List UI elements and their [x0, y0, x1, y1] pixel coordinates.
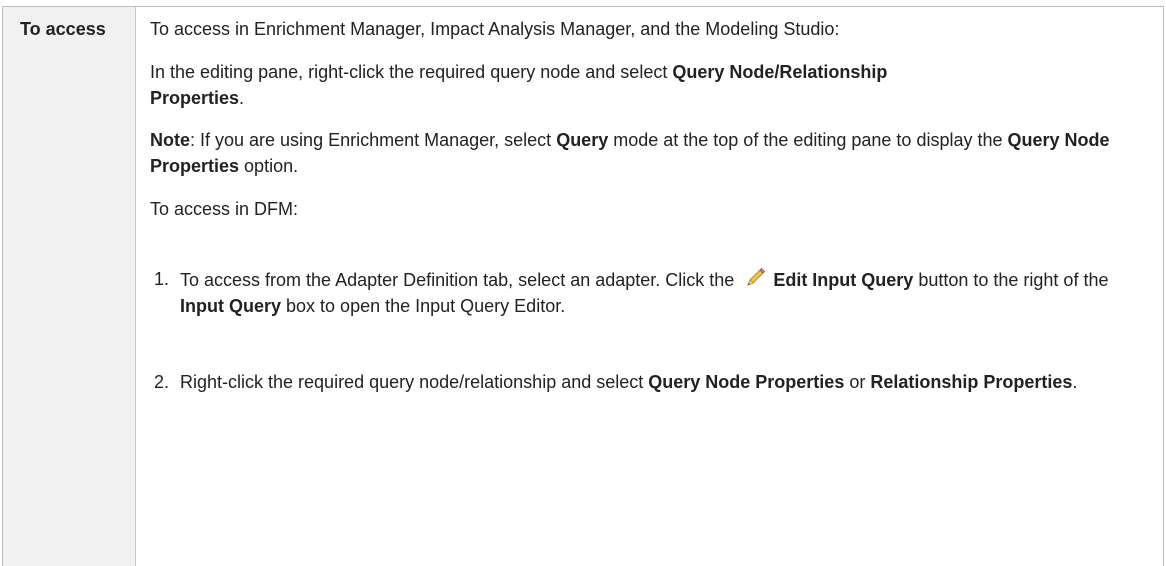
pencil-edit-icon: [743, 266, 767, 290]
properties-table: To access To access in Enrichment Manage…: [2, 6, 1164, 566]
editing-pane-instruction: In the editing pane, right-click the req…: [150, 62, 888, 108]
note-paragraph: Note: If you are using Enrichment Manage…: [150, 130, 1110, 176]
dfm-intro-text: To access in DFM:: [150, 199, 299, 219]
list-item-text: To access from the Adapter Definition ta…: [180, 266, 1140, 319]
list-number: 2.: [154, 372, 170, 392]
intro-text: To access in Enrichment Manager, Impact …: [150, 19, 840, 39]
label-cell: To access: [3, 7, 136, 566]
list-number: 1.: [154, 269, 170, 289]
row-label: To access: [20, 19, 106, 39]
list-item-text: Right-click the required query node/rela…: [180, 372, 1078, 392]
content-cell: To access in Enrichment Manager, Impact …: [136, 7, 1163, 566]
note-label: Note: [150, 130, 190, 150]
